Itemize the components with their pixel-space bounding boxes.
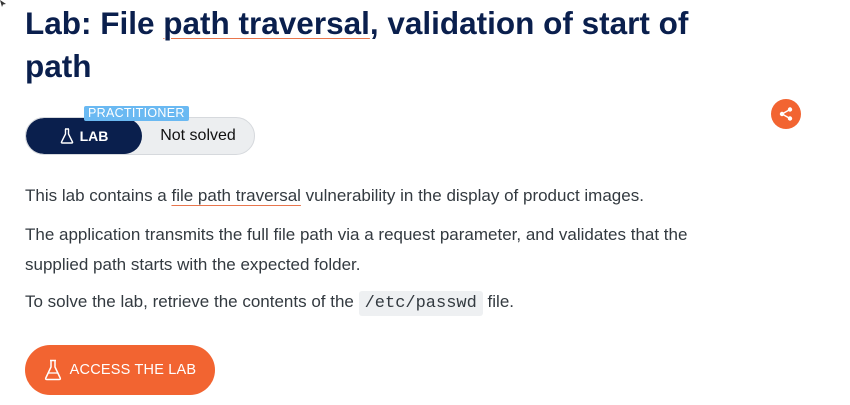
access-lab-button[interactable]: ACCESS THE LAB bbox=[25, 345, 215, 395]
file-path-traversal-link[interactable]: file path traversal bbox=[171, 186, 300, 205]
code-snippet: /etc/passwd bbox=[358, 291, 483, 316]
status-pill: LAB Not solved bbox=[25, 117, 255, 155]
flask-icon bbox=[60, 128, 73, 144]
cursor-icon bbox=[0, 0, 6, 7]
access-lab-label: ACCESS THE LAB bbox=[69, 362, 197, 378]
lab-label-segment: LAB bbox=[26, 118, 142, 154]
title-link-path-traversal[interactable]: path traversal bbox=[163, 5, 370, 41]
description-paragraph-3: To solve the lab, retrieve the contents … bbox=[25, 287, 745, 319]
title-prefix: Lab: File bbox=[25, 5, 164, 41]
lab-status-widget: PRACTITIONER LAB Not solved bbox=[25, 106, 255, 155]
lab-label: LAB bbox=[79, 128, 109, 144]
share-button[interactable] bbox=[771, 99, 801, 129]
solved-status: Not solved bbox=[160, 127, 236, 144]
description-paragraph-1: This lab contains a file path traversal … bbox=[25, 186, 644, 205]
flask-icon bbox=[44, 359, 61, 381]
description-paragraph-2: The application transmits the full file … bbox=[25, 225, 688, 274]
page-title: Lab: File path traversal, validation of … bbox=[25, 2, 745, 88]
level-badge: PRACTITIONER bbox=[84, 106, 189, 121]
share-icon bbox=[779, 107, 793, 121]
